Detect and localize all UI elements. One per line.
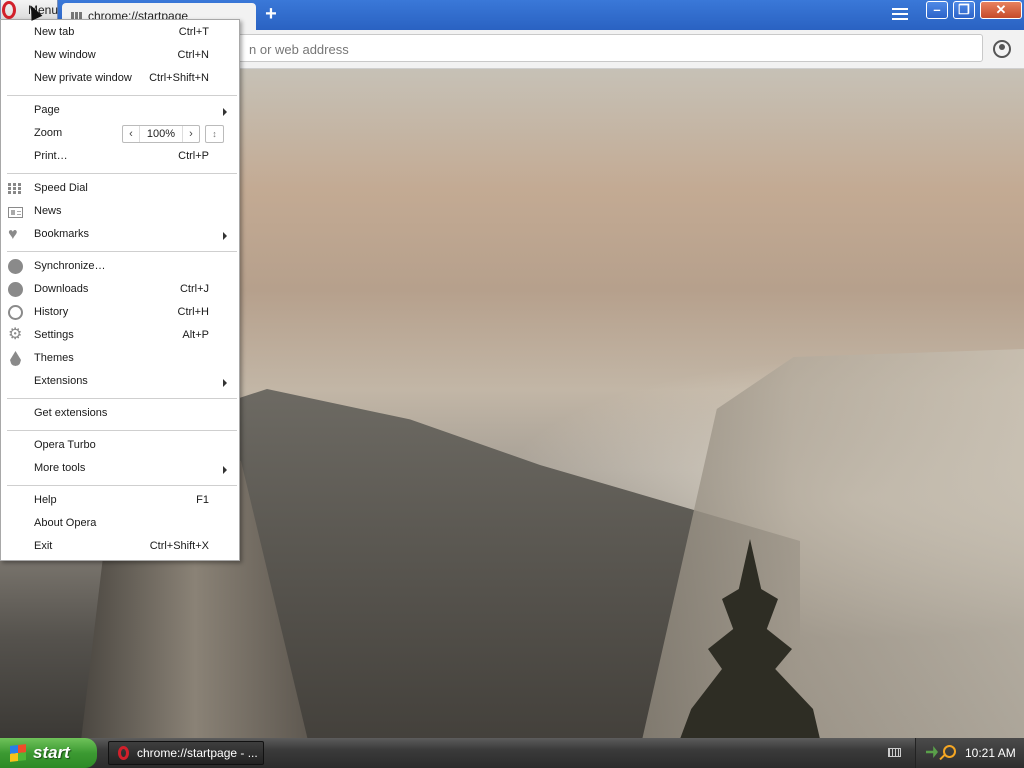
taskbar-item-opera[interactable]: chrome://startpage - ... (108, 741, 264, 765)
menu-item-label: Exit (34, 540, 53, 552)
menu-separator (7, 173, 237, 174)
zoom-in-button[interactable]: › (182, 126, 199, 142)
menu-item-shortcut: Ctrl+P (178, 150, 209, 162)
menu-item-label: History (34, 306, 69, 318)
menu-item-extensions[interactable]: Extensions (1, 371, 239, 393)
submenu-arrow-icon (223, 466, 227, 474)
address-placeholder: n or web address (249, 42, 349, 57)
menu-item-shortcut: Alt+P (182, 329, 209, 341)
opera-logo-icon (2, 1, 16, 19)
fullscreen-button[interactable]: ↕ (205, 125, 224, 143)
network-icon[interactable] (926, 746, 938, 758)
keyboard-icon[interactable] (888, 748, 901, 757)
menu-item-shortcut: Ctrl+N (177, 49, 209, 61)
download-icon (8, 282, 23, 297)
gear-icon: ⚙ (8, 326, 23, 343)
menu-item-label: New private window (34, 72, 132, 84)
windows-flag-icon (10, 744, 26, 762)
news-icon (8, 207, 23, 218)
menu-item-shortcut: Ctrl+T (178, 26, 209, 38)
menu-item-label: Opera Turbo (34, 439, 96, 451)
menu-item-shortcut: Ctrl+H (177, 306, 209, 318)
start-label: start (33, 743, 70, 762)
menu-item-label: About Opera (34, 517, 97, 529)
submenu-arrow-icon (223, 232, 227, 240)
search-icon[interactable] (943, 745, 956, 758)
menu-item-label: Zoom (34, 127, 63, 139)
tab-menu-icon[interactable] (892, 8, 908, 22)
droplet-icon (10, 351, 21, 366)
menu-item-speed-dial[interactable]: Speed Dial (1, 178, 239, 200)
menu-item-get-extensions[interactable]: Get extensions (1, 403, 239, 425)
menu-separator (7, 251, 237, 252)
maximize-button[interactable]: ❐ (953, 1, 975, 19)
menu-item-new-private-window[interactable]: New private window Ctrl+Shift+N (1, 68, 239, 90)
menu-item-label: Page (34, 104, 60, 116)
menu-item-history[interactable]: History Ctrl+H (1, 302, 239, 324)
menu-item-label: Print… (34, 150, 68, 162)
menu-item-label: Downloads (34, 283, 89, 295)
menu-item-exit[interactable]: Exit Ctrl+Shift+X (1, 536, 239, 558)
menu-item-themes[interactable]: Themes (1, 348, 239, 370)
menu-item-synchronize[interactable]: Synchronize… (1, 256, 239, 278)
menu-item-shortcut: Ctrl+J (179, 283, 209, 295)
submenu-arrow-icon (223, 108, 227, 116)
address-field[interactable]: n or web address (222, 34, 983, 62)
menu-item-label: Get extensions (34, 407, 108, 419)
menu-item-label: Speed Dial (34, 182, 88, 194)
new-tab-button[interactable]: + (262, 4, 280, 24)
start-button[interactable]: start (0, 738, 97, 768)
menu-item-shortcut: Ctrl+Shift+N (149, 72, 209, 84)
menu-item-new-window[interactable]: New window Ctrl+N (1, 45, 239, 67)
menu-item-news[interactable]: News (1, 201, 239, 223)
menu-separator (7, 485, 237, 486)
menu-item-page[interactable]: Page (1, 100, 239, 122)
menu-item-label: Settings (34, 329, 74, 341)
menu-item-label: Extensions (34, 375, 88, 387)
menu-separator (7, 430, 237, 431)
submenu-arrow-icon (223, 379, 227, 387)
sync-account-icon (8, 259, 23, 274)
zoom-control: ‹ 100% › (122, 125, 200, 143)
menu-item-label: Synchronize… (34, 260, 106, 272)
menu-item-label: New tab (34, 26, 75, 38)
clock-icon (8, 305, 23, 320)
menu-item-label: News (34, 205, 62, 217)
taskbar-item-label: chrome://startpage - ... (137, 746, 258, 760)
minimize-button[interactable]: – (926, 1, 948, 19)
heart-icon: ♥ (8, 226, 18, 243)
speed-dial-icon (8, 183, 23, 194)
menu-item-settings[interactable]: ⚙ Settings Alt+P (1, 325, 239, 347)
menu-item-new-tab[interactable]: New tab Ctrl+T (1, 22, 239, 44)
menu-item-bookmarks[interactable]: ♥ Bookmarks (1, 224, 239, 246)
zoom-out-button[interactable]: ‹ (123, 126, 140, 142)
menu-item-shortcut: F1 (196, 494, 209, 506)
menu-item-opera-turbo[interactable]: Opera Turbo (1, 435, 239, 457)
menu-item-label: New window (34, 49, 96, 61)
menu-item-print[interactable]: Print… Ctrl+P (1, 146, 239, 168)
zoom-value: 100% (146, 128, 176, 140)
menu-item-label: Themes (34, 352, 74, 364)
account-icon[interactable] (993, 40, 1011, 58)
taskbar: start chrome://startpage - ... 10:21 AM (0, 738, 1024, 768)
opera-logo-icon (118, 746, 129, 760)
menu-item-help[interactable]: Help F1 (1, 490, 239, 512)
system-tray: 10:21 AM (915, 738, 1024, 768)
close-button[interactable]: ✕ (980, 1, 1022, 19)
menu-item-more-tools[interactable]: More tools (1, 458, 239, 480)
menu-separator (7, 95, 237, 96)
opera-main-menu: New tab Ctrl+T New window Ctrl+N New pri… (0, 19, 240, 561)
menu-item-label: More tools (34, 462, 86, 474)
menu-item-label: Bookmarks (34, 228, 90, 240)
menu-item-about-opera[interactable]: About Opera (1, 513, 239, 535)
menu-item-label: Help (34, 494, 57, 506)
clock[interactable]: 10:21 AM (965, 746, 1016, 760)
menu-item-downloads[interactable]: Downloads Ctrl+J (1, 279, 239, 301)
menu-item-shortcut: Ctrl+Shift+X (149, 540, 209, 552)
menu-item-zoom: Zoom ‹ 100% › ↕ (1, 123, 239, 145)
menu-separator (7, 398, 237, 399)
